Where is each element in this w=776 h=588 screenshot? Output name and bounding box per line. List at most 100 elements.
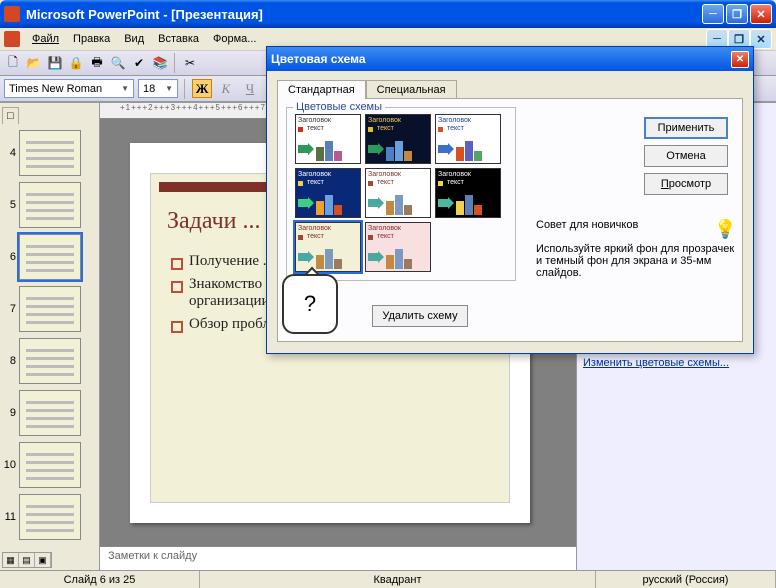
slide-thumbnail[interactable] — [19, 234, 81, 280]
color-scheme-dialog: Цветовая схема ✕ Стандартная Специальная… — [266, 46, 754, 354]
arrow-icon — [368, 143, 384, 157]
tab-custom[interactable]: Специальная — [366, 80, 457, 99]
separator — [174, 53, 176, 73]
notes-area[interactable]: Заметки к слайду — [100, 546, 576, 570]
color-scheme-thumb[interactable]: Заголовоктекст — [435, 114, 501, 164]
thumb-row[interactable]: 4 — [2, 130, 97, 176]
fieldset-legend: Цветовые схемы — [293, 101, 385, 113]
color-scheme-thumb[interactable]: Заголовоктекст — [435, 168, 501, 218]
color-scheme-thumb[interactable]: Заголовоктекст — [295, 222, 361, 272]
thumb-number: 6 — [2, 251, 16, 263]
bold-button[interactable]: Ж — [192, 79, 212, 98]
document-icon[interactable] — [4, 31, 20, 47]
outline-tab[interactable]: □ — [2, 107, 19, 124]
close-button[interactable]: ✕ — [750, 4, 772, 24]
apply-button[interactable]: Применить — [644, 117, 728, 139]
cancel-button[interactable]: Отмена — [644, 145, 728, 167]
thumb-row[interactable]: 10 — [2, 442, 97, 488]
sorter-view-button[interactable]: ▤ — [19, 553, 35, 567]
slideshow-button[interactable]: ▣ — [35, 553, 51, 567]
preview-button[interactable]: Просмотр — [644, 173, 728, 195]
scheme-bars-icon — [316, 139, 342, 161]
scheme-grid: Заголовоктекст Заголовоктекст Заголовоктек… — [295, 114, 507, 272]
slide-panel: □ 4 5 6 7 8 9 10 11 — [0, 103, 100, 570]
research-icon[interactable]: 📚 — [151, 54, 169, 72]
arrow-icon — [368, 251, 384, 265]
window-title: Microsoft PowerPoint - [Презентация] — [26, 7, 702, 22]
maximize-button[interactable]: ❐ — [726, 4, 748, 24]
thumb-row[interactable]: 6 — [2, 234, 97, 280]
slide-thumbnail[interactable] — [19, 494, 81, 540]
tip-title: Совет для новичков — [536, 219, 736, 231]
slide-thumbnail[interactable] — [19, 390, 81, 436]
color-scheme-thumb[interactable]: Заголовоктекст — [365, 114, 431, 164]
thumb-number: 4 — [2, 147, 16, 159]
new-icon[interactable]: 🗋 — [4, 54, 22, 72]
slide-thumbnail[interactable] — [19, 338, 81, 384]
thumb-row[interactable]: 8 — [2, 338, 97, 384]
menu-view[interactable]: Вид — [118, 31, 150, 47]
normal-view-button[interactable]: ▦ — [3, 553, 19, 567]
italic-button[interactable]: К — [216, 79, 236, 98]
tab-standard[interactable]: Стандартная — [277, 80, 366, 99]
permission-icon[interactable]: 🔒 — [67, 54, 85, 72]
thumb-number: 5 — [2, 199, 16, 211]
slide-thumbnail[interactable] — [19, 182, 81, 228]
status-slide: Слайд 6 из 25 — [0, 571, 200, 588]
dialog-close-button[interactable]: ✕ — [731, 51, 749, 68]
print-preview-icon[interactable]: 🔍 — [109, 54, 127, 72]
thumb-row[interactable]: 7 — [2, 286, 97, 332]
tip-text: Используйте яркий фон для прозрачек и те… — [536, 243, 736, 279]
print-icon[interactable]: 🖶 — [88, 54, 106, 72]
scheme-label: Заголовоктекст — [298, 225, 358, 241]
color-scheme-thumb[interactable]: Заголовоктекст — [365, 168, 431, 218]
scheme-bars-icon — [456, 139, 482, 161]
slide-thumbnail[interactable] — [19, 130, 81, 176]
menu-format[interactable]: Форма... — [207, 31, 262, 47]
menu-insert[interactable]: Вставка — [152, 31, 205, 47]
thumb-row[interactable]: 11 — [2, 494, 97, 540]
color-scheme-thumb[interactable]: Заголовоктекст — [365, 222, 431, 272]
font-name-combo[interactable]: Times New Roman ▼ — [4, 79, 134, 98]
scheme-bars-icon — [386, 139, 412, 161]
arrow-icon — [298, 197, 314, 211]
scheme-label: Заголовоктекст — [368, 171, 428, 187]
scheme-label: Заголовоктекст — [368, 117, 428, 133]
dialog-titlebar[interactable]: Цветовая схема ✕ — [267, 47, 753, 71]
save-icon[interactable]: 💾 — [46, 54, 64, 72]
tip-box: 💡 Совет для новичков Используйте яркий ф… — [536, 219, 736, 279]
chevron-down-icon: ▼ — [121, 84, 129, 93]
cut-icon[interactable]: ✂ — [181, 54, 199, 72]
color-scheme-thumb[interactable]: Заголовоктекст — [295, 168, 361, 218]
open-icon[interactable]: 📂 — [25, 54, 43, 72]
arrow-icon — [298, 251, 314, 265]
color-scheme-thumb[interactable]: Заголовоктекст — [295, 114, 361, 164]
scheme-label: Заголовоктекст — [298, 117, 358, 133]
minimize-button[interactable]: ─ — [702, 4, 724, 24]
scheme-label: Заголовоктекст — [438, 171, 498, 187]
arrow-icon — [438, 143, 454, 157]
thumb-row[interactable]: 5 — [2, 182, 97, 228]
scheme-bars-icon — [386, 247, 412, 269]
separator — [184, 79, 186, 99]
scheme-label: Заголовоктекст — [438, 117, 498, 133]
delete-scheme-button[interactable]: Удалить схему — [372, 305, 468, 327]
thumb-row[interactable]: 9 — [2, 390, 97, 436]
main-titlebar: Microsoft PowerPoint - [Презентация] ─ ❐… — [0, 0, 776, 28]
arrow-icon — [368, 197, 384, 211]
thumb-number: 8 — [2, 355, 16, 367]
slide-thumbnail[interactable] — [19, 442, 81, 488]
status-design: Квадрант — [200, 571, 596, 588]
edit-color-schemes-link[interactable]: Изменить цветовые схемы... — [577, 355, 776, 371]
menu-file[interactable]: Файл — [26, 31, 65, 47]
scheme-label: Заголовоктекст — [368, 225, 428, 241]
view-switcher: ▦ ▤ ▣ — [2, 552, 52, 568]
slide-thumbnail[interactable] — [19, 286, 81, 332]
spellcheck-icon[interactable]: ✔ — [130, 54, 148, 72]
scheme-label: Заголовоктекст — [298, 171, 358, 187]
scheme-bars-icon — [456, 193, 482, 215]
font-size-combo[interactable]: 18 ▼ — [138, 79, 178, 98]
status-language[interactable]: русский (Россия) — [596, 571, 776, 588]
underline-button[interactable]: Ч — [240, 79, 260, 98]
menu-edit[interactable]: Правка — [67, 31, 116, 47]
